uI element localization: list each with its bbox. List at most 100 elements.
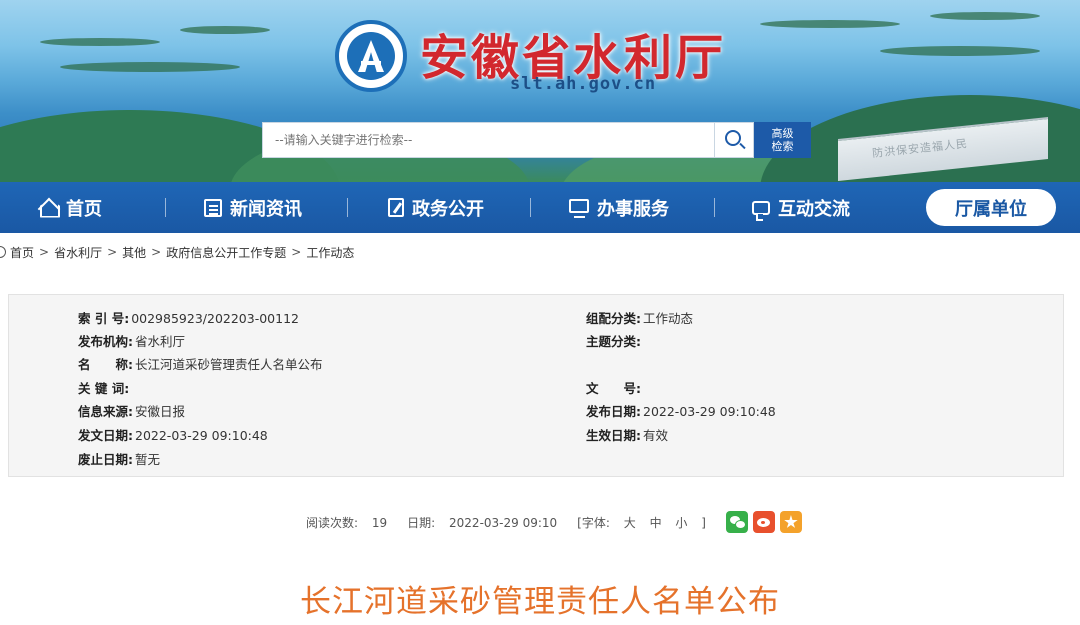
- nav-divider: [530, 198, 531, 217]
- meta-key: 发布机构:: [78, 334, 133, 349]
- font-size-medium[interactable]: 中: [650, 516, 662, 530]
- breadcrumb-link[interactable]: 工作动态: [306, 244, 354, 261]
- breadcrumb-link[interactable]: 其他: [122, 244, 146, 261]
- news-icon: [204, 198, 222, 217]
- meta-issue-date: 发文日期: 2022-03-29 09:10:48: [78, 425, 268, 444]
- meta-name: 名 称: 长江河道采砂管理责任人名单公布: [78, 354, 323, 373]
- nav-item-services[interactable]: 办事服务: [569, 182, 669, 233]
- meta-key: 信息来源:: [78, 404, 133, 419]
- meta-value: 安徽日报: [135, 404, 186, 419]
- meta-expiry: 废止日期: 暂无: [78, 449, 160, 468]
- wechat-icon[interactable]: [725, 511, 748, 533]
- home-icon: [38, 198, 58, 218]
- article-date: 日期: 2022-03-29 09:10: [407, 514, 567, 531]
- logo-emblem: [347, 32, 395, 80]
- meta-key: 名 称:: [78, 357, 133, 372]
- nav-divider: [714, 198, 715, 217]
- document-edit-icon: [388, 198, 404, 217]
- meta-value: 省水利厅: [135, 334, 186, 349]
- meta-key: 生效日期:: [586, 428, 641, 443]
- breadcrumb-link[interactable]: 首页: [10, 244, 34, 261]
- meta-keywords: 关 键 词:: [78, 378, 131, 397]
- meta-key: 索 引 号:: [78, 311, 130, 326]
- breadcrumb-link[interactable]: 政府信息公开工作专题: [166, 244, 286, 261]
- search-button[interactable]: [714, 122, 754, 158]
- meta-key: 发布日期:: [586, 404, 641, 419]
- favorite-star-icon[interactable]: [779, 511, 802, 533]
- banner-island: [760, 20, 900, 28]
- meta-pub-date: 发布日期: 2022-03-29 09:10:48: [586, 401, 776, 420]
- article-info-bar: 阅读次数: 19 日期: 2022-03-29 09:10 [字体: 大 中 小…: [306, 509, 807, 535]
- header-banner: 防洪保安造福人民 安徽省水利厅 slt.ah.gov.cn 高级 检索: [0, 0, 1080, 182]
- banner-island: [60, 62, 240, 72]
- font-size-large[interactable]: 大: [624, 516, 636, 530]
- meta-value: 暂无: [135, 452, 161, 467]
- banner-island: [880, 46, 1040, 56]
- nav-item-news[interactable]: 新闻资讯: [204, 182, 302, 233]
- meta-value: 工作动态: [643, 311, 694, 326]
- breadcrumb-separator: >: [151, 245, 162, 259]
- nav-item-government-affairs[interactable]: 政务公开: [388, 182, 484, 233]
- banner-island: [930, 12, 1040, 20]
- document-metadata-panel: 索 引 号: 002985923/202203-00112 组配分类: 工作动态 发…: [8, 294, 1064, 477]
- read-count-label: 阅读次数:: [306, 515, 359, 530]
- advanced-search-label-1: 高级: [771, 127, 794, 140]
- meta-key: 废止日期:: [78, 452, 133, 467]
- nav-item-label: 新闻资讯: [230, 198, 302, 220]
- nav-item-label: 办事服务: [597, 198, 669, 220]
- chat-icon: [752, 200, 770, 221]
- meta-publisher: 发布机构: 省水利厅: [78, 331, 185, 350]
- article-date-value: 2022-03-29 09:10: [449, 515, 558, 530]
- site-logo-icon[interactable]: [335, 20, 407, 92]
- meta-index-no: 索 引 号: 002985923/202203-00112: [78, 308, 299, 327]
- meta-key: 关 键 词:: [78, 381, 130, 396]
- meta-value: 2022-03-29 09:10:48: [643, 404, 776, 419]
- nav-item-label: 互动交流: [778, 198, 850, 220]
- font-size-control: [字体: 大 中 小 ]: [577, 514, 716, 531]
- font-size-open: [字体:: [577, 515, 610, 530]
- nav-item-label: 首页: [66, 198, 102, 220]
- banner-island: [40, 38, 160, 46]
- nav-divider: [347, 198, 348, 217]
- meta-value: 有效: [643, 428, 669, 443]
- read-count: 阅读次数: 19: [306, 514, 397, 531]
- breadcrumb: 首页 > 省水利厅 > 其他 > 政府信息公开工作专题 > 工作动态: [0, 244, 354, 260]
- search-icon-handle: [739, 142, 746, 150]
- meta-value: 002985923/202203-00112: [131, 311, 299, 326]
- meta-topic: 主题分类:: [586, 331, 643, 350]
- meta-source: 信息来源: 安徽日报: [78, 401, 185, 420]
- meta-effective: 生效日期: 有效: [586, 425, 668, 444]
- banner-island: [180, 26, 270, 34]
- breadcrumb-separator: >: [291, 245, 302, 259]
- weibo-icon[interactable]: [752, 511, 775, 533]
- breadcrumb-link[interactable]: 省水利厅: [54, 244, 102, 261]
- nav-item-home[interactable]: 首页: [38, 182, 102, 233]
- nav-item-affiliated-units[interactable]: 厅属单位: [926, 189, 1056, 226]
- advanced-search-button[interactable]: 高级 检索: [754, 122, 811, 158]
- meta-value: 长江河道采砂管理责任人名单公布: [135, 357, 323, 372]
- nav-item-interaction[interactable]: 互动交流: [752, 182, 850, 233]
- site-domain: slt.ah.gov.cn: [510, 74, 657, 94]
- meta-key: 组配分类:: [586, 311, 641, 326]
- monitor-icon: [569, 198, 589, 218]
- meta-doc-no: 文 号:: [586, 378, 643, 397]
- meta-value: 2022-03-29 09:10:48: [135, 428, 268, 443]
- font-size-close: ]: [701, 515, 706, 530]
- meta-group: 组配分类: 工作动态: [586, 308, 693, 327]
- article-date-label: 日期:: [407, 515, 436, 530]
- location-icon: [0, 246, 6, 258]
- search-input[interactable]: [262, 122, 714, 158]
- meta-key: 发文日期:: [78, 428, 133, 443]
- nav-item-label: 政务公开: [412, 198, 484, 220]
- breadcrumb-separator: >: [39, 245, 50, 259]
- nav-divider: [165, 198, 166, 217]
- meta-key: 文 号:: [586, 381, 641, 396]
- read-count-value: 19: [371, 515, 388, 530]
- article-title: 长江河道采砂管理责任人名单公布: [300, 584, 780, 620]
- logo-letter-bar: [361, 61, 381, 65]
- font-size-small[interactable]: 小: [675, 516, 687, 530]
- logo-letter-shape: [358, 40, 384, 72]
- main-nav: 首页 新闻资讯 政务公开 办事服务 互动交流 厅属单位: [0, 182, 1080, 233]
- breadcrumb-separator: >: [107, 245, 118, 259]
- meta-key: 主题分类:: [586, 334, 641, 349]
